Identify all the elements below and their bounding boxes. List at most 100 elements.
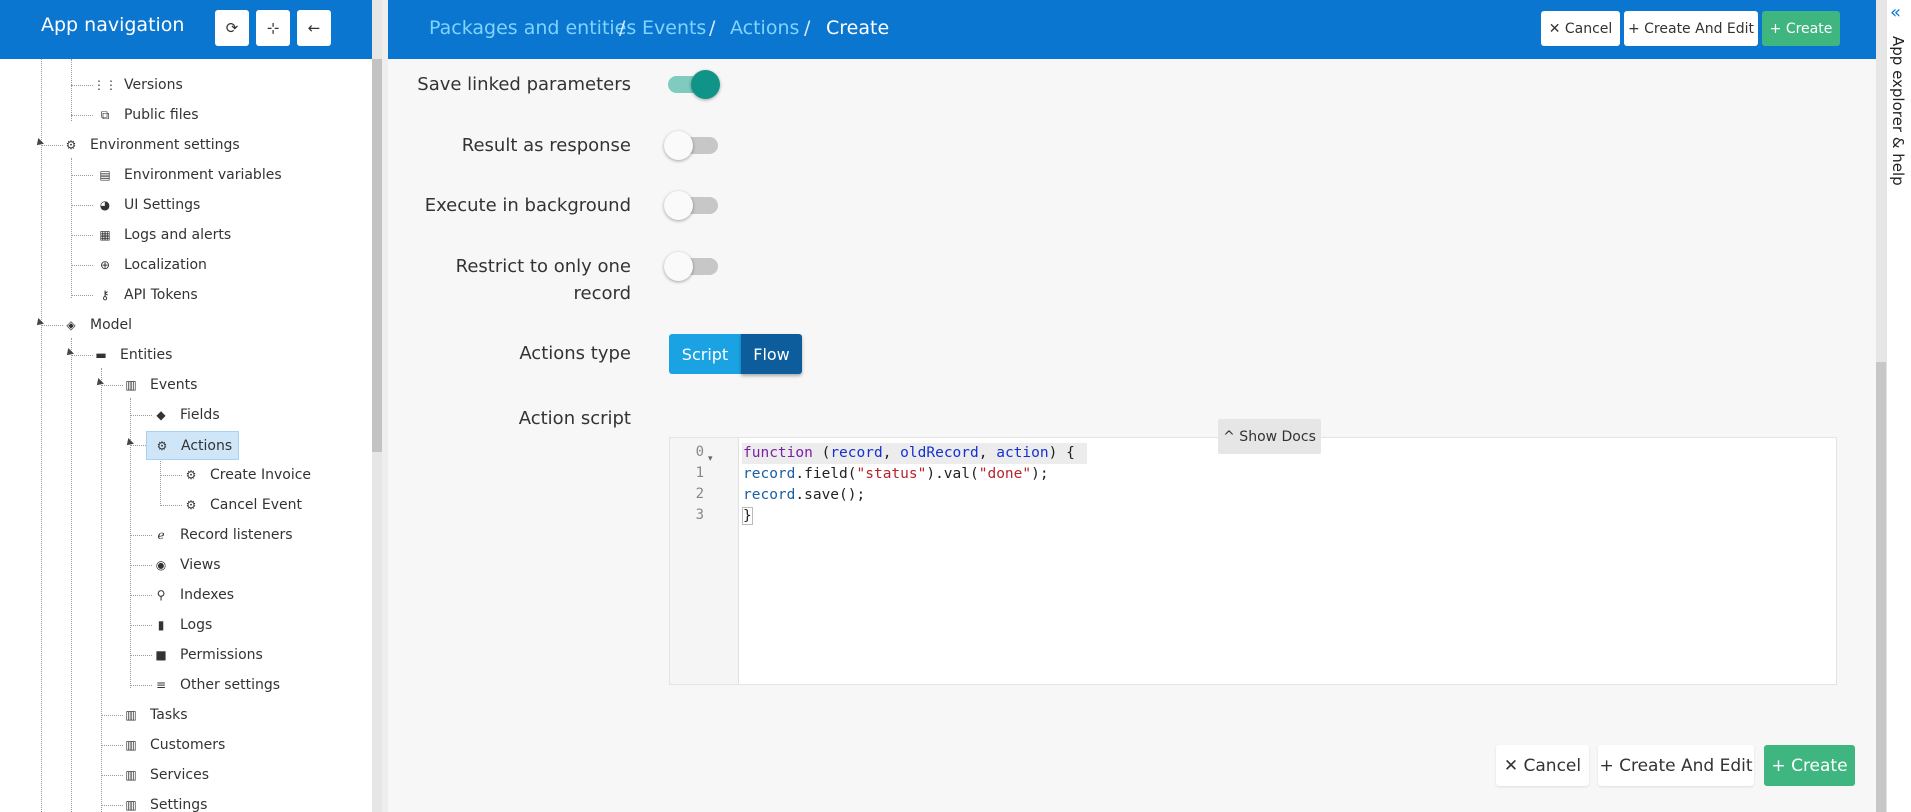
tree-item-label: Entities	[120, 347, 173, 363]
tree-item-label: Actions	[181, 437, 233, 454]
tree-item-events[interactable]: ▥ Events	[120, 372, 197, 398]
expanded-triangle-icon[interactable]	[34, 318, 44, 328]
tree-item-tasks[interactable]: ▥ Tasks	[120, 702, 188, 728]
refresh-icon: ⟳	[225, 19, 239, 37]
tree-item-label: Environment settings	[90, 137, 240, 153]
tree-item-views[interactable]: ◉ Views	[150, 552, 221, 578]
tree-item-localization[interactable]: ⊕ Localization	[94, 252, 207, 278]
expanded-triangle-icon[interactable]	[34, 138, 44, 148]
tree-item-ui-settings[interactable]: ◕ UI Settings	[94, 192, 201, 218]
tree-item-actions[interactable]: ⚙ Actions	[146, 431, 240, 460]
settings-box-icon: ⚙	[65, 138, 77, 152]
actions-type-script-option[interactable]: Script	[669, 334, 741, 374]
expanded-triangle-icon[interactable]	[94, 378, 104, 388]
tree-item-api-tokens[interactable]: ⚷ API Tokens	[94, 282, 198, 308]
bookmark-icon: ▮	[157, 618, 165, 632]
tree-item-other-settings[interactable]: ≡ Other settings	[150, 672, 280, 698]
tree-item-label: Environment variables	[124, 167, 282, 183]
tree-item-cancel-event[interactable]: ⚙ Cancel Event	[180, 492, 302, 518]
sidebar-scrollbar-thumb[interactable]	[372, 59, 382, 452]
breadcrumb-actions[interactable]: Actions	[730, 17, 799, 39]
tree-item-indexes[interactable]: ⚲ Indexes	[150, 582, 234, 608]
tree-item-label: Logs	[180, 617, 213, 633]
library-icon: ▥	[125, 798, 137, 812]
code-line: record.save();	[743, 487, 866, 503]
main-scrollbar-thumb[interactable]	[1876, 362, 1886, 812]
tree-item-permissions[interactable]: ■ Permissions	[150, 642, 263, 668]
line-number: 1	[695, 465, 704, 481]
restrict-to-one-record-toggle[interactable]	[664, 248, 720, 284]
sidebar-resize-handle[interactable]	[382, 0, 388, 812]
grid-icon: ⋮⋮	[93, 78, 117, 92]
tree-item-versions[interactable]: ⋮⋮ Versions	[93, 72, 183, 98]
header-create-and-edit-button[interactable]: + Create And Edit	[1624, 11, 1758, 46]
breadcrumb-events[interactable]: Events	[642, 17, 706, 39]
result-as-response-toggle[interactable]	[664, 127, 720, 163]
result-as-response-label: Result as response	[461, 135, 631, 156]
breadcrumb-separator: /	[709, 17, 716, 39]
tree-item-entities[interactable]: ▬ Entities	[90, 342, 172, 368]
tree-item-label: Settings	[150, 797, 208, 812]
app-explorer-label[interactable]: App explorer & help	[1889, 36, 1907, 186]
tree-item-customers[interactable]: ▥ Customers	[120, 732, 225, 758]
execute-in-background-label: Execute in background	[424, 195, 631, 216]
tree-item-label: Customers	[150, 737, 226, 753]
library-icon: ▥	[125, 768, 137, 782]
breadcrumb-packages-and-entities[interactable]: Packages and entities	[429, 17, 636, 39]
tree-item-label: Views	[180, 557, 221, 573]
tree-item-label: Other settings	[180, 677, 281, 693]
refresh-button[interactable]: ⟳	[215, 10, 249, 46]
tree-item-fields[interactable]: ◆ Fields	[150, 402, 219, 428]
double-chevron-left-icon[interactable]: «	[1890, 2, 1901, 23]
layers-icon: ◈	[66, 318, 76, 332]
execute-in-background-toggle[interactable]	[664, 187, 720, 223]
tree-item-label: Logs and alerts	[124, 227, 232, 243]
tree-item-create-invoice[interactable]: ⚙ Create Invoice	[180, 462, 311, 488]
tree-item-services[interactable]: ▥ Services	[120, 762, 209, 788]
code-line: }	[742, 507, 753, 525]
breadcrumb-separator: /	[619, 17, 626, 39]
tree-item-model[interactable]: ◈ Model	[60, 312, 132, 338]
gear-icon: ⚙	[185, 498, 197, 512]
tree-item-label: Tasks	[150, 707, 188, 723]
header-create-button[interactable]: + Create	[1762, 11, 1840, 46]
tree-item-logs-and-alerts[interactable]: ▦ Logs and alerts	[94, 222, 231, 248]
fold-arrow-icon[interactable]: ▾	[708, 454, 713, 464]
tree-item-label: Events	[150, 377, 198, 393]
actions-type-flow-option[interactable]: Flow	[741, 334, 802, 374]
restrict-to-one-record-label-line2: record	[573, 283, 632, 304]
tree-item-settings[interactable]: ▥ Settings	[120, 792, 207, 812]
collapse-sidebar-button[interactable]: ←	[297, 10, 331, 46]
tree-item-label: Model	[90, 317, 133, 333]
locate-button[interactable]: ⊹	[256, 10, 290, 46]
tree-item-environment-variables[interactable]: ▤ Environment variables	[94, 162, 282, 188]
footer-cancel-button[interactable]: ✕ Cancel	[1496, 745, 1589, 786]
list-icon: ≡	[155, 678, 167, 692]
expanded-triangle-icon[interactable]	[124, 438, 134, 448]
header-cancel-button[interactable]: ✕ Cancel	[1541, 11, 1620, 46]
clipboard-icon: ▤	[99, 168, 111, 182]
tree-item-environment-settings[interactable]: ⚙ Environment settings	[60, 132, 240, 158]
action-script-editor[interactable]: 0 ▾ 1 2 3 function (record, oldRecord, a…	[669, 437, 1837, 685]
tree-item-public-files[interactable]: ⧉ Public files	[94, 102, 199, 128]
locate-icon: ⊹	[266, 19, 280, 37]
tree-item-label: API Tokens	[124, 287, 198, 303]
code-line: function (record, oldRecord, action) {	[742, 443, 1087, 464]
action-script-label: Action script	[518, 408, 631, 429]
library-icon: ▥	[125, 708, 137, 722]
tree-item-label: Permissions	[180, 647, 263, 663]
show-docs-button[interactable]: ^ Show Docs	[1218, 419, 1321, 454]
save-linked-parameters-label: Save linked parameters	[417, 74, 631, 95]
expanded-triangle-icon[interactable]	[64, 348, 74, 358]
footer-create-and-edit-button[interactable]: + Create And Edit	[1598, 745, 1754, 786]
footer-create-button[interactable]: + Create	[1764, 745, 1855, 786]
lock-icon: ■	[155, 648, 167, 662]
tree-item-record-listeners[interactable]: ℯ Record listeners	[150, 522, 292, 548]
tree-item-label: UI Settings	[124, 197, 201, 213]
save-linked-parameters-toggle[interactable]	[664, 66, 720, 102]
library-icon: ▥	[125, 738, 137, 752]
message-icon: ▦	[99, 228, 111, 242]
tree-item-logs[interactable]: ▮ Logs	[150, 612, 213, 638]
tree-item-label: Create Invoice	[210, 467, 312, 483]
app-navigation-sidebar: App navigation ⟳ ⊹ ← ⋮⋮ Versions ⧉ Publi…	[0, 0, 372, 812]
